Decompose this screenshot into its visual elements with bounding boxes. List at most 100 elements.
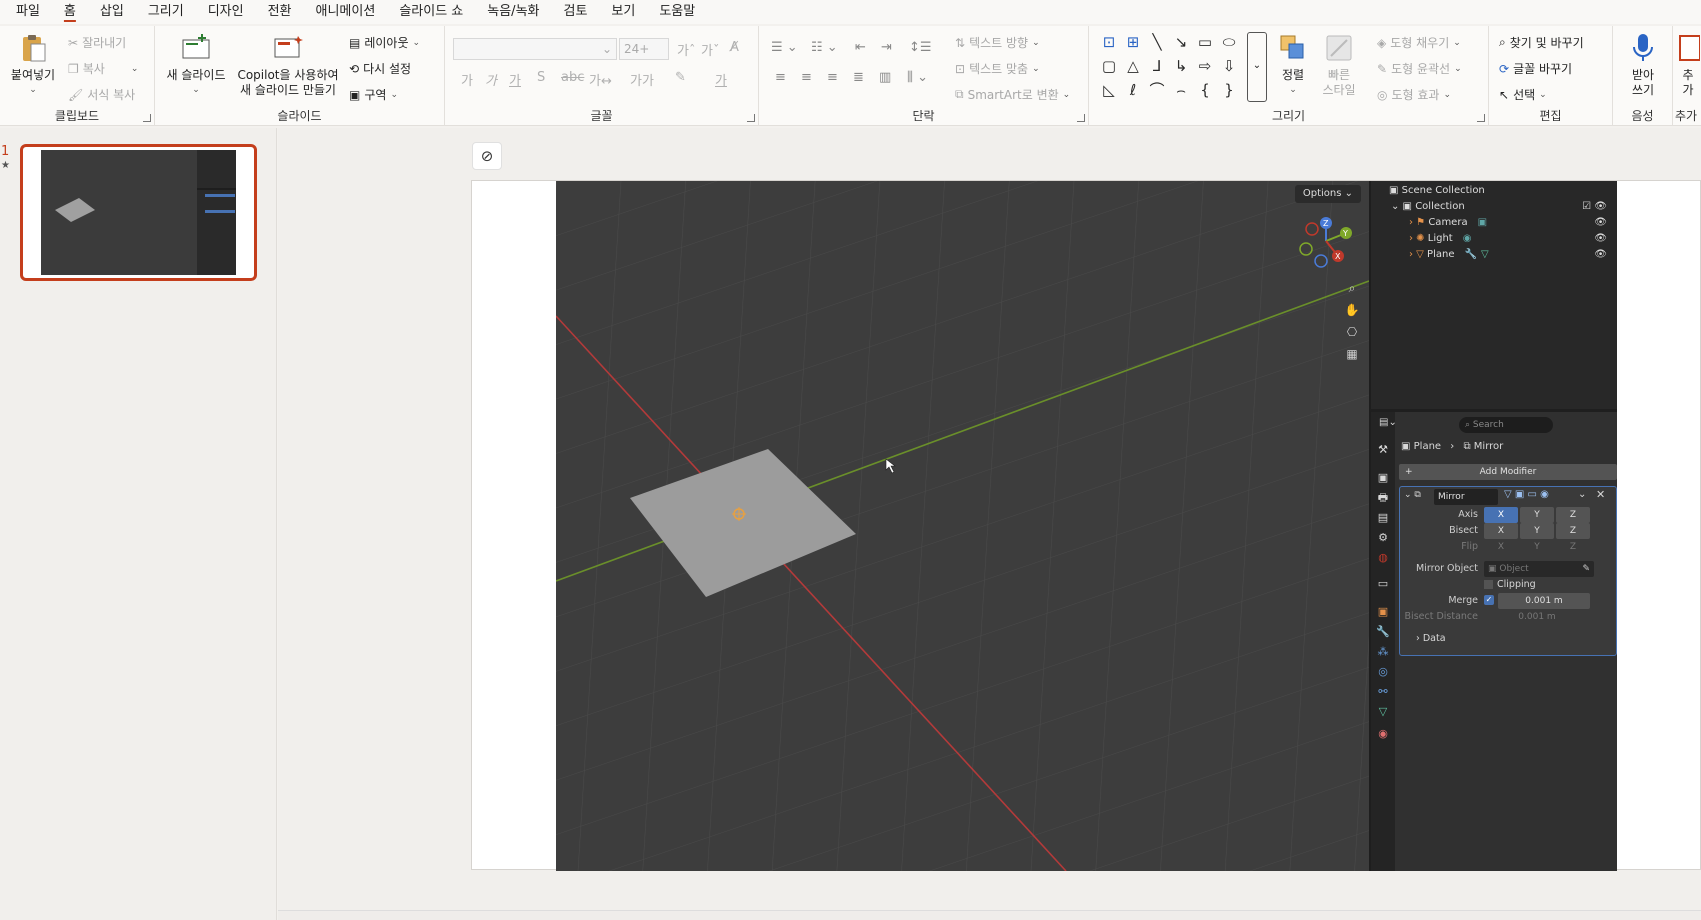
layout-button[interactable]: ▤ 레이아웃 ⌄ [349,34,420,51]
font-color-icon[interactable]: 가 [715,70,727,89]
numbering-icon[interactable]: ☷ ⌄ [811,40,838,55]
shapes-more-button[interactable]: ⌄ [1247,32,1267,102]
justify-icon[interactable]: ≣ [853,70,864,85]
underline-icon[interactable]: 가 [509,70,521,89]
data-subpanel-header[interactable]: › Data [1416,633,1446,644]
merge-distance-field[interactable]: 0.001 m [1498,593,1590,609]
dialog-launcher-icon[interactable] [1477,114,1485,122]
menu-view[interactable]: 보기 [599,0,647,24]
shadow-icon[interactable]: S [537,70,545,85]
decrease-indent-icon[interactable]: ⇤ [855,40,866,55]
clear-format-icon[interactable]: A̸ [730,40,739,55]
visibility-icon[interactable]: ☑ 👁 [1582,199,1607,215]
format-painter-button[interactable]: 🖌 서식 복사 [68,86,135,103]
close-icon[interactable]: ✕ [1596,488,1605,501]
physics-icon[interactable]: ◎ [1375,664,1391,680]
strikethrough-icon[interactable]: abc [561,70,584,85]
arrow-line-icon[interactable]: ↘ [1171,32,1191,52]
copy-button[interactable]: ❐ 복사 ⌄ [68,60,138,77]
font-family-combo[interactable]: ⌄ [453,38,617,60]
add-modifier-button[interactable]: + Add Modifier [1399,464,1617,480]
collection-tab-icon[interactable]: ▭ [1375,576,1391,592]
triangle-icon[interactable]: △ [1123,56,1143,76]
quick-styles-button[interactable]: 빠른 스타일 [1317,32,1361,98]
collapse-chevron-icon[interactable]: ⌄ ⧉ [1404,490,1421,500]
align-text-button[interactable]: ⊡ 텍스트 맞춤 ⌄ [955,60,1040,77]
scribble-icon[interactable]: ℓ [1123,80,1143,100]
visibility-icon[interactable]: 👁 [1594,247,1607,263]
view-layer-icon[interactable]: ▤ [1375,510,1391,526]
freeform-icon[interactable]: ◺ [1099,80,1119,100]
columns-icon[interactable]: ⫼ ⌄ [907,70,928,85]
elbow-arrow-icon[interactable]: ↳ [1171,56,1191,76]
axis-z-toggle[interactable]: Z [1556,507,1590,523]
flip-z-toggle[interactable]: Z [1556,539,1590,555]
outliner-camera[interactable]: › ⚑ Camera ▣ 👁 [1371,215,1617,231]
cut-button[interactable]: ✂ 잘라내기 [68,34,126,51]
distributed-icon[interactable]: ▥ [879,70,891,85]
increase-font-icon[interactable]: 가ˆ [677,40,695,59]
menu-slideshow[interactable]: 슬라이드 쇼 [387,0,475,24]
vertical-text-box-icon[interactable]: ⊞ [1123,32,1143,52]
decrease-font-icon[interactable]: 가ˇ [701,40,719,59]
curve-icon[interactable]: ⌢ [1171,80,1191,100]
merge-checkbox[interactable]: ✓ [1484,595,1494,605]
reset-button[interactable]: ⟲ 다시 설정 [349,60,411,77]
menu-file[interactable]: 파일 [4,0,52,24]
axis-x-toggle[interactable]: X [1484,507,1518,523]
world-icon[interactable]: ◍ [1375,550,1391,566]
output-icon[interactable]: 🖶 [1375,490,1391,506]
camera-view-icon[interactable]: ⎔ [1343,323,1361,341]
bisect-y-toggle[interactable]: Y [1520,523,1554,539]
menu-design[interactable]: 디자인 [196,0,256,24]
char-spacing-icon[interactable]: 가↔ [589,70,612,89]
find-replace-button[interactable]: ⌕ 찾기 및 바꾸기 [1499,34,1584,51]
dialog-launcher-icon[interactable] [747,114,755,122]
text-direction-button[interactable]: ⇅ 텍스트 방향 ⌄ [955,34,1040,51]
smartart-button[interactable]: ⧉ SmartArt로 변환 ⌄ [955,86,1070,103]
dictate-button[interactable]: 받아 쓰기 [1619,32,1667,98]
shape-effects-button[interactable]: ◎ 도형 효과 ⌄ [1377,86,1451,103]
bisect-distance-field[interactable]: 0.001 m [1484,609,1590,625]
mesh-data-tab-icon[interactable]: ▽ [1375,704,1391,720]
outliner-light[interactable]: › ✺ Light ◉ 👁 [1371,231,1617,247]
new-slide-button[interactable]: 새 슬라이드 ⌄ [163,32,229,98]
select-button[interactable]: ↖ 선택 ⌄ [1499,86,1547,103]
text-box-icon[interactable]: ⊡ [1099,32,1119,52]
menu-animations[interactable]: 애니메이션 [304,0,388,24]
copilot-new-slide-button[interactable]: Copilot을 사용하여 새 슬라이드 만들기 [235,32,341,98]
editor-type-icon[interactable]: ▤⌄ [1379,417,1399,433]
line-icon[interactable]: ╲ [1147,32,1167,52]
modifier-name-field[interactable]: Mirror [1434,489,1498,505]
properties-search-input[interactable]: ⌕ Search [1459,417,1553,433]
flip-y-toggle[interactable]: Y [1520,539,1554,555]
right-brace-icon[interactable]: } [1219,80,1239,100]
left-brace-icon[interactable]: { [1195,80,1215,100]
bold-icon[interactable]: 가 [461,70,473,89]
slide-canvas[interactable]: Z Y X Options ⌄ ⌕ ✋ ⎔ ▦ ▣ Scene Collecti… [471,180,1701,871]
font-size-combo[interactable]: 24+ [619,38,669,60]
render-icon[interactable]: ▣ [1375,470,1391,486]
object-icon[interactable]: ▣ [1375,604,1391,620]
outliner-collection[interactable]: ⌄ ▣ Collection ☑ 👁 [1371,199,1617,215]
outliner-plane[interactable]: › ▽ Plane 🔧 ▽ 👁 [1371,247,1617,263]
modifier-toggle-icons[interactable]: ▽ ▣ ▭ ◉ [1504,489,1549,500]
rectangle-icon[interactable]: ▭ [1195,32,1215,52]
visibility-icon[interactable]: 👁 [1594,231,1607,247]
menu-insert[interactable]: 삽입 [88,0,136,24]
constraints-icon[interactable]: ⚯ [1375,684,1391,700]
blender-3d-viewport-image[interactable]: Z Y X Options ⌄ ⌕ ✋ ⎔ ▦ [556,181,1369,871]
increase-indent-icon[interactable]: ⇥ [881,40,892,55]
menu-home[interactable]: 홈 [52,0,88,24]
align-center-icon[interactable]: ≡ [801,70,812,85]
tool-icon[interactable]: ⚒ [1375,442,1391,458]
eyedropper-icon[interactable]: ✎ [1582,561,1590,577]
addins-button[interactable]: 추 가 [1675,32,1701,98]
right-arrow-icon[interactable]: ⇨ [1195,56,1215,76]
menu-help[interactable]: 도움말 [647,0,707,24]
particles-icon[interactable]: ⁂ [1375,644,1391,660]
align-left-icon[interactable]: ≡ [775,70,786,85]
menu-transitions[interactable]: 전환 [256,0,304,24]
bisect-x-toggle[interactable]: X [1484,523,1518,539]
bullets-icon[interactable]: ☰ ⌄ [771,40,798,55]
